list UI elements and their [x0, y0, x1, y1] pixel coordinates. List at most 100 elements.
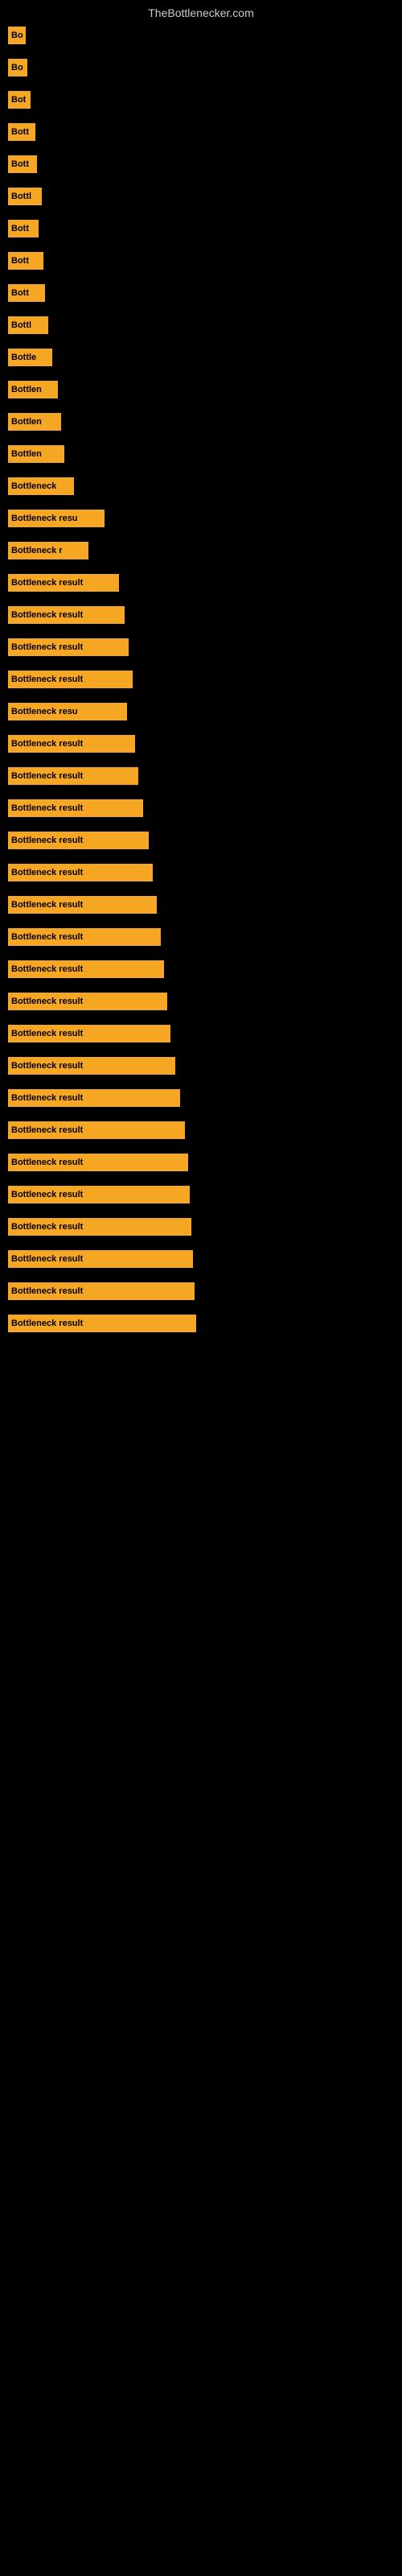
bar-item: Bott [8, 220, 39, 237]
bar-item: Bottleneck resu [8, 510, 105, 527]
bar-label: Bottleneck result [11, 1319, 83, 1328]
bar-item: Bottleneck result [8, 960, 164, 978]
bar-row: Bott [8, 282, 394, 304]
bar-label: Bottleneck result [11, 964, 83, 974]
bar-item: Bottleneck resu [8, 703, 127, 720]
bar-row: Bott [8, 121, 394, 143]
bar-label: Bottleneck result [11, 1061, 83, 1071]
bar-label: Bottleneck result [11, 1286, 83, 1296]
bar-item: Bottleneck result [8, 767, 138, 785]
bar-label: Bo [11, 31, 23, 40]
bar-label: Bot [11, 95, 26, 105]
bar-label: Bottleneck result [11, 1190, 83, 1199]
bar-row: Bottl [8, 185, 394, 208]
bar-item: Bottleneck result [8, 1186, 190, 1203]
bar-item: Bottlen [8, 413, 61, 431]
bar-item: Bottleneck result [8, 638, 129, 656]
bar-label: Bottlen [11, 417, 42, 427]
bar-label: Bott [11, 256, 29, 266]
bar-label: Bottleneck result [11, 932, 83, 942]
bar-item: Bottl [8, 188, 42, 205]
bar-row: Bottleneck result [8, 733, 394, 755]
bar-row: Bottleneck result [8, 1216, 394, 1238]
bar-item: Bo [8, 59, 27, 76]
bar-row: Bottlen [8, 378, 394, 401]
bar-item: Bottleneck [8, 477, 74, 495]
bar-row: Bot [8, 89, 394, 111]
bar-item: Bottleneck result [8, 864, 153, 881]
bar-item: Bottleneck result [8, 1121, 185, 1139]
bar-label: Bott [11, 159, 29, 169]
bar-row: Bottleneck result [8, 797, 394, 819]
bar-item: Bottleneck result [8, 606, 125, 624]
bar-row: Bottleneck result [8, 1312, 394, 1335]
bar-label: Bottleneck result [11, 642, 83, 652]
bar-row: Bottleneck result [8, 1280, 394, 1302]
bar-row: Bottleneck resu [8, 507, 394, 530]
bar-row: Bott [8, 153, 394, 175]
bar-label: Bottle [11, 353, 36, 362]
bar-row: Bottleneck result [8, 668, 394, 691]
bar-item: Bottlen [8, 381, 58, 398]
bar-row: Bottleneck result [8, 1248, 394, 1270]
bar-label: Bottleneck result [11, 739, 83, 749]
bar-item: Bott [8, 284, 45, 302]
bar-label: Bottleneck result [11, 1093, 83, 1103]
bar-row: Bottleneck result [8, 572, 394, 594]
bar-row: Bottleneck result [8, 1055, 394, 1077]
bar-label: Bottleneck result [11, 900, 83, 910]
bar-row: Bott [8, 217, 394, 240]
bar-row: Bottleneck result [8, 926, 394, 948]
bar-label: Bottleneck result [11, 868, 83, 877]
bar-label: Bottleneck result [11, 1125, 83, 1135]
bar-label: Bottleneck result [11, 610, 83, 620]
bar-item: Bottleneck result [8, 1089, 180, 1107]
bar-item: Bottleneck result [8, 832, 149, 849]
bar-item: Bottleneck result [8, 1218, 191, 1236]
bar-item: Bottlen [8, 445, 64, 463]
bar-label: Bottleneck result [11, 771, 83, 781]
bar-item: Bott [8, 155, 37, 173]
bar-label: Bottleneck resu [11, 707, 78, 716]
bar-item: Bottleneck result [8, 574, 119, 592]
bar-item: Bott [8, 252, 43, 270]
bar-label: Bottleneck [11, 481, 56, 491]
bar-row: Bottleneck result [8, 958, 394, 980]
bar-row: Bottleneck result [8, 1087, 394, 1109]
bar-label: Bottlen [11, 449, 42, 459]
bar-label: Bottleneck result [11, 1158, 83, 1167]
bar-row: Bottlen [8, 411, 394, 433]
bar-label: Bottleneck resu [11, 514, 78, 523]
bar-item: Bottleneck result [8, 799, 143, 817]
bar-row: Bottlen [8, 443, 394, 465]
bar-item: Bottle [8, 349, 52, 366]
bar-item: Bottl [8, 316, 48, 334]
bar-item: Bottleneck result [8, 928, 161, 946]
bar-item: Bottleneck result [8, 1025, 170, 1042]
bar-item: Bottleneck result [8, 735, 135, 753]
bar-row: Bott [8, 250, 394, 272]
bar-label: Bott [11, 127, 29, 137]
bar-item: Bottleneck result [8, 1250, 193, 1268]
bar-item: Bot [8, 91, 31, 109]
bar-item: Bottleneck r [8, 542, 88, 559]
bar-label: Bottleneck result [11, 1029, 83, 1038]
bar-label: Bottleneck r [11, 546, 63, 555]
bar-label: Bottleneck result [11, 997, 83, 1006]
bar-row: Bottleneck result [8, 861, 394, 884]
bar-label: Bo [11, 63, 23, 72]
bar-label: Bottleneck result [11, 1222, 83, 1232]
bar-row: Bottleneck result [8, 894, 394, 916]
bar-row: Bottleneck result [8, 765, 394, 787]
bar-label: Bott [11, 224, 29, 233]
bar-item: Bott [8, 123, 35, 141]
bar-item: Bottleneck result [8, 671, 133, 688]
bar-row: Bottleneck r [8, 539, 394, 562]
site-title: TheBottlenecker.com [0, 0, 402, 23]
bar-row: Bottleneck result [8, 1119, 394, 1141]
bar-label: Bottl [11, 320, 31, 330]
bar-item: Bottleneck result [8, 896, 157, 914]
bar-row: Bottleneck [8, 475, 394, 497]
bar-label: Bottleneck result [11, 1254, 83, 1264]
bar-item: Bottleneck result [8, 1057, 175, 1075]
